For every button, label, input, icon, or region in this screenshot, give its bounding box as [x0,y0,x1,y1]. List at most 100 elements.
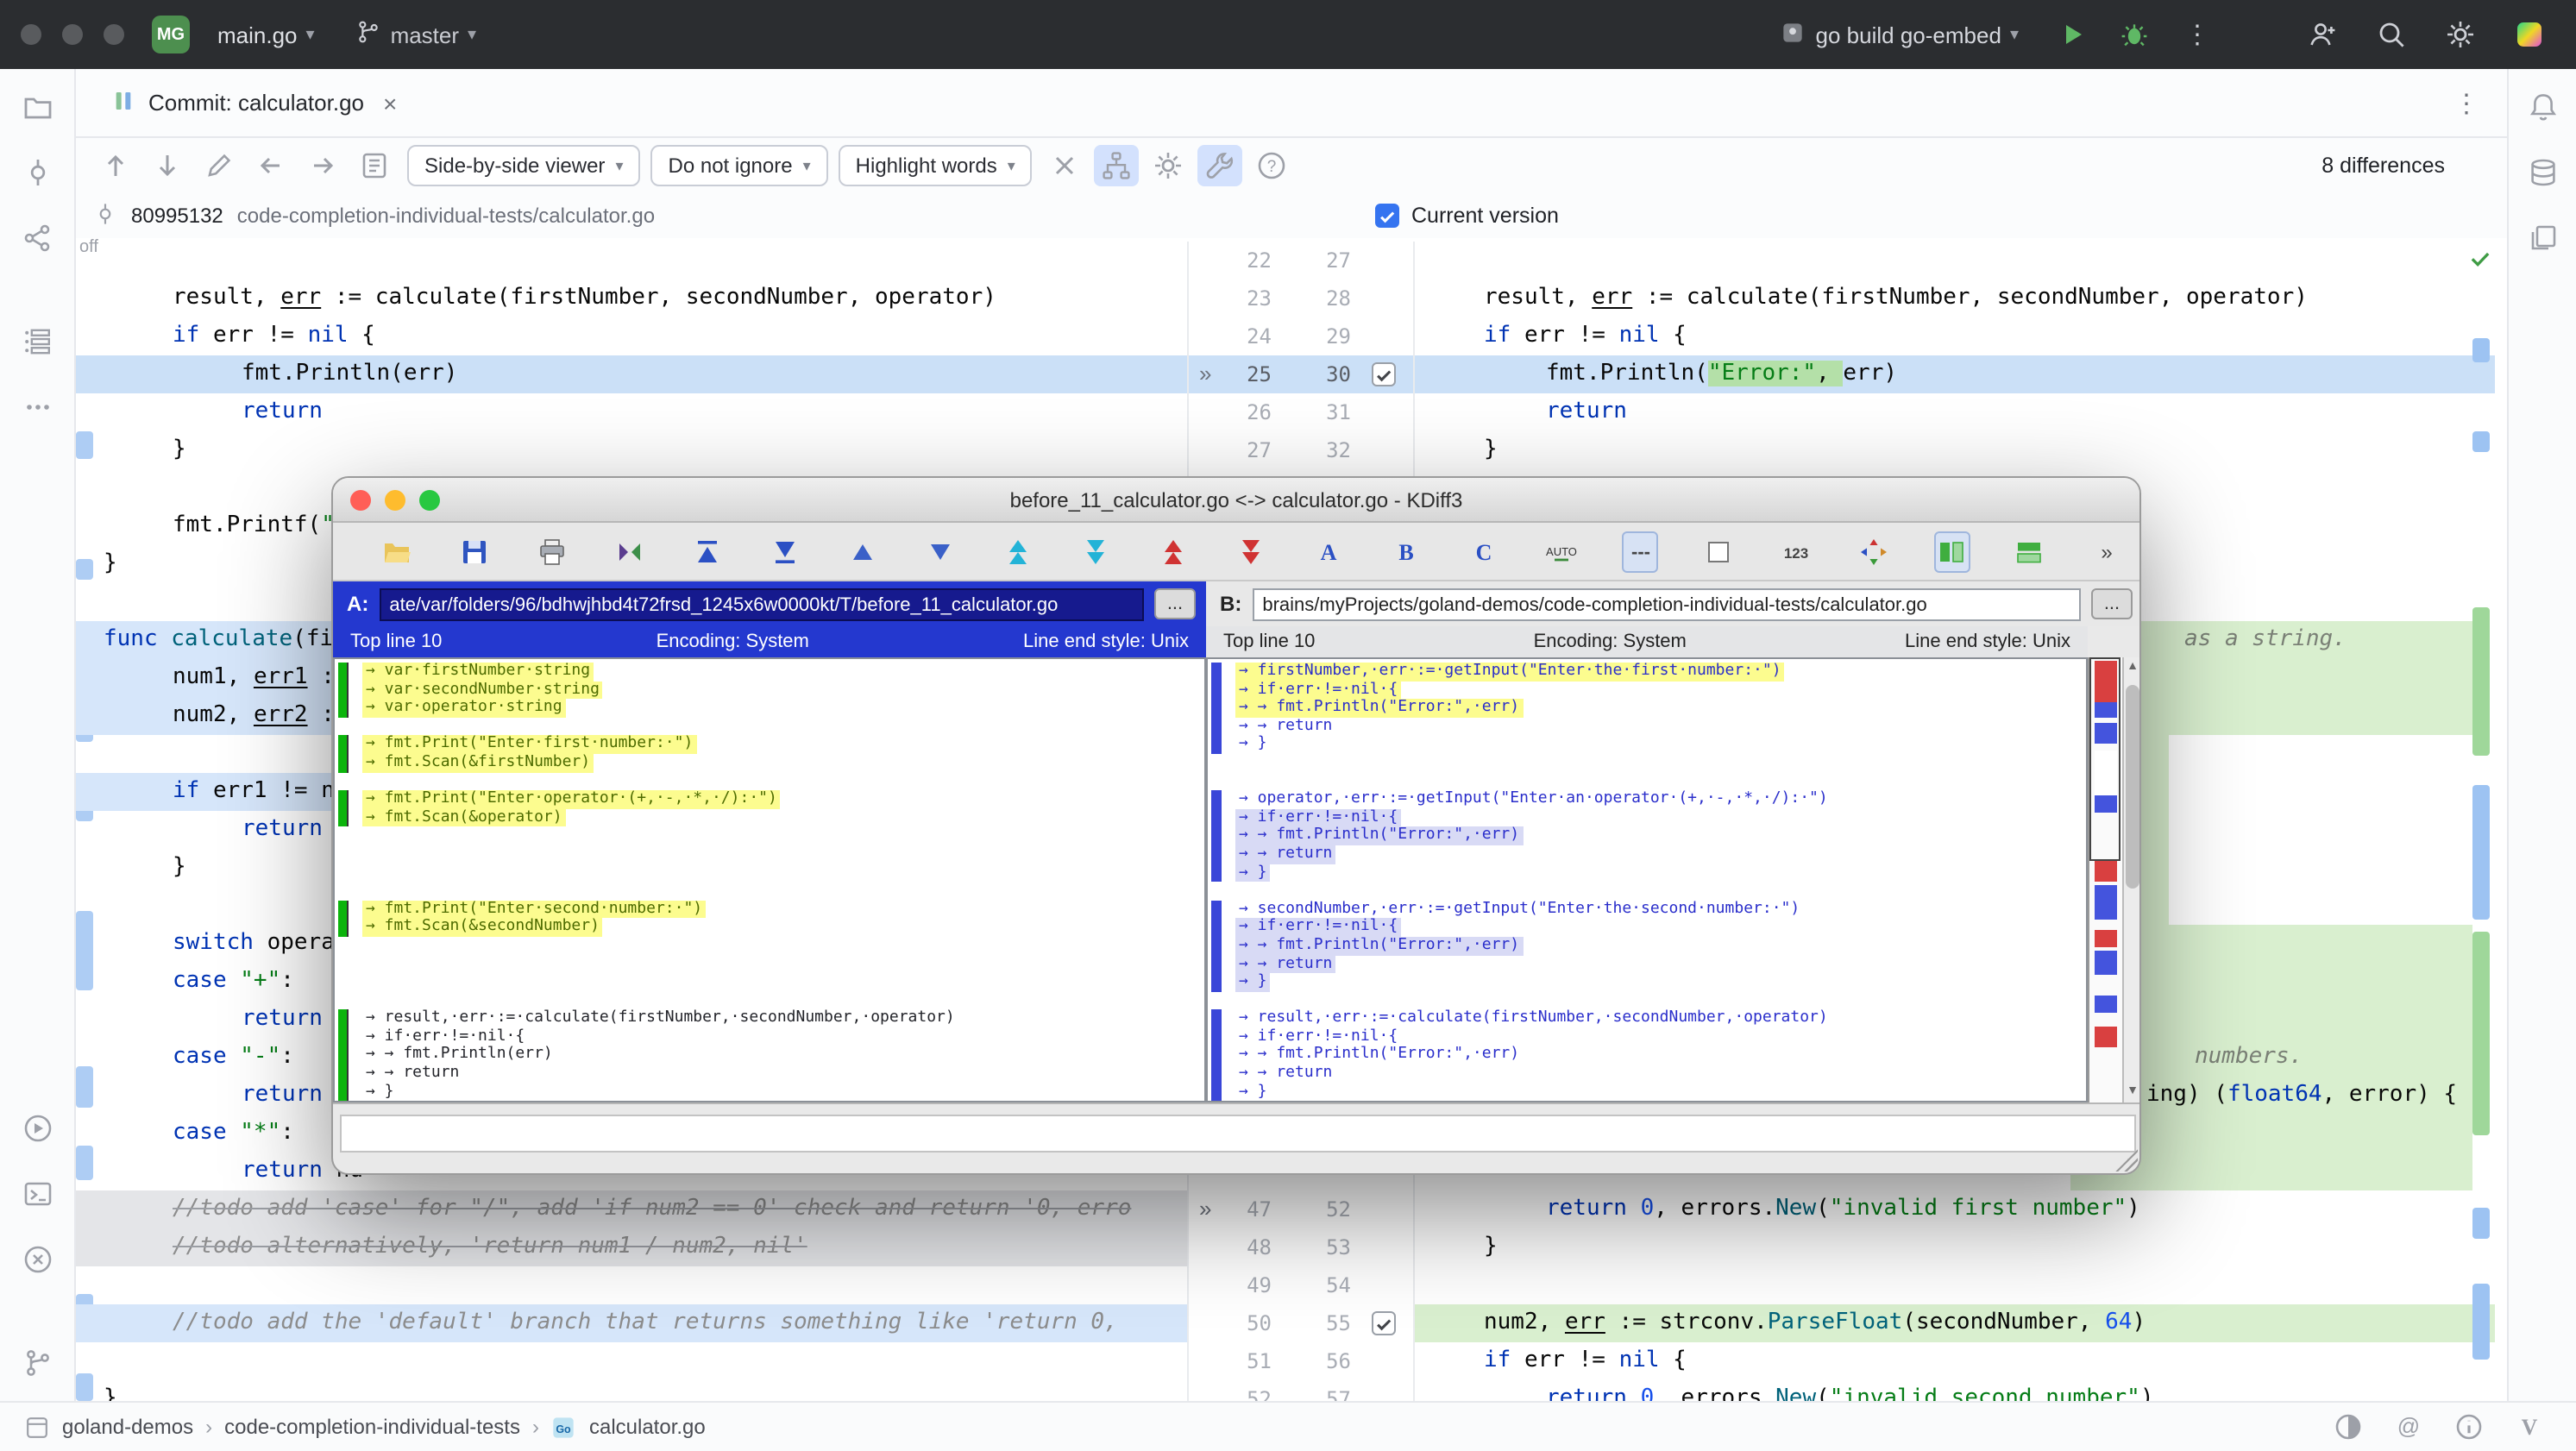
tab-commit-calculator[interactable]: Commit: calculator.go × [93,69,414,136]
file-switcher[interactable]: main.go ▾ [204,15,329,54]
scroll-down-icon[interactable]: ▼ [2124,1082,2139,1102]
kdiff-code-text: → var·operator·string [362,699,566,718]
code-line-right: if err != nil { [1484,323,1687,349]
print-button[interactable] [533,531,569,572]
vim-button[interactable]: V [2507,1406,2552,1448]
wrench-button[interactable] [1197,145,1243,186]
gear-button[interactable] [2438,14,2483,55]
kdiff-pane-a[interactable]: → var·firstNumber·string → var·secondNumb… [333,657,1206,1102]
info-button[interactable] [2447,1406,2491,1448]
prev-unsolved-button[interactable] [1155,531,1191,572]
arrow-up-button[interactable] [93,145,138,186]
structure-button[interactable] [15,321,60,362]
resize-grip[interactable] [2115,1149,2138,1171]
more-actions-button[interactable]: ⋮ [2174,19,2221,50]
include-change-checkbox[interactable] [1372,362,1396,386]
ignore-policy-dropdown[interactable]: Do not ignore ▾ [650,145,828,186]
run-configuration-selector[interactable]: go build go-embed ▾ [1766,11,2033,58]
commit-hash[interactable]: 80995132 [131,204,223,228]
debug-bug-button[interactable] [2112,14,2157,55]
save-button[interactable] [456,531,492,572]
arrow-left-button[interactable] [248,145,293,186]
group-tree-button[interactable] [1094,145,1140,186]
close-tab-icon[interactable]: × [383,89,397,116]
kdiff-overview-column[interactable] [2088,657,2122,1102]
play-button[interactable] [2050,14,2095,55]
pencil-icon [204,150,235,181]
kdiff3-titlebar[interactable]: before_11_calculator.go <-> calculator.g… [333,478,2139,523]
choose-a-button[interactable]: A [1311,531,1348,572]
collapse-unchanged-button[interactable] [1043,145,1088,186]
show-window-button[interactable] [1700,531,1737,572]
gear-button[interactable] [1147,145,1191,186]
run-circle-button[interactable] [15,1108,60,1149]
prev-delta-button[interactable] [845,531,881,572]
zoom-button[interactable] [104,24,124,45]
search-button[interactable] [2369,14,2414,55]
changes-list-button[interactable] [352,145,397,186]
choose-b-button[interactable]: B [1389,531,1425,572]
minimize-button[interactable] [62,24,83,45]
breadcrumb-item[interactable]: calculator.go [589,1415,706,1439]
split-move-button[interactable] [1856,531,1892,572]
go-bottom-button[interactable] [767,531,803,572]
file-a-path-field[interactable]: ate/var/folders/96/bdhwjhbd4t72frsd_1245… [379,587,1144,620]
prev-conflict-button[interactable] [1000,531,1036,572]
breadcrumb-item[interactable]: code-completion-individual-tests [224,1415,520,1439]
database-button[interactable] [2520,152,2565,193]
folder-button[interactable] [15,86,60,128]
copy-stack-button[interactable] [2520,217,2565,259]
viewer-dropdown[interactable]: Side-by-side viewer ▾ [407,145,641,186]
show-whitespace-button[interactable]: --- [1622,531,1659,572]
project-badge[interactable]: MG [152,16,190,53]
branch-widget[interactable]: master ▾ [342,12,491,57]
change-map[interactable] [2471,238,2491,1401]
next-conflict-button[interactable] [1078,531,1114,572]
include-change-checkbox[interactable] [1372,1311,1396,1335]
pencil-button[interactable] [197,145,242,186]
auto-advance-button[interactable]: AUTO [1544,531,1580,572]
current-version-checkbox[interactable] [1375,204,1399,228]
file-b-browse-button[interactable]: ... [2091,588,2133,619]
next-delta-button[interactable] [922,531,958,572]
tab-options-button[interactable]: ⋮ [2443,87,2490,118]
problems-button[interactable] [15,1239,60,1280]
arrow-down-button[interactable] [145,145,190,186]
terminal-button[interactable] [15,1173,60,1215]
git-branch-button[interactable] [15,1342,60,1384]
reload-diff-button[interactable] [611,531,647,572]
scroll-up-icon[interactable]: ▲ [2124,657,2139,678]
left-pane-cell: } [76,431,1187,469]
help-button[interactable]: ? [1250,145,1295,186]
contrast-button[interactable] [2326,1406,2371,1448]
go-top-button[interactable] [689,531,726,572]
colorful-logo-button[interactable] [2507,14,2552,55]
layout-rows-button[interactable] [2012,531,2048,572]
kdiff-scrollbar[interactable]: ▲ ▼ [2122,657,2139,1102]
commit-node-button[interactable] [15,152,60,193]
close-button[interactable] [21,24,41,45]
kdiff3-window[interactable]: before_11_calculator.go <-> calculator.g… [331,476,2141,1175]
at-sign-button[interactable]: @ [2386,1406,2431,1448]
file-b-path-field[interactable]: brains/myProjects/goland-demos/code-comp… [1252,587,2081,620]
tab-label: Commit: calculator.go [148,90,364,116]
breadcrumb-item[interactable]: goland-demos [62,1415,193,1439]
share-button[interactable] [15,217,60,259]
more-button[interactable] [15,386,60,428]
kdiff-line: → fmt.Scan(&operator) [335,808,1204,827]
choose-c-button[interactable]: C [1467,531,1503,572]
arrow-right-button[interactable] [300,145,345,186]
layout-columns-button[interactable] [1933,531,1970,572]
kdiff-pane-b[interactable]: → firstNumber,·err·:=·getInput("Enter·th… [1206,657,2088,1102]
file-a-browse-button[interactable]: ... [1154,588,1196,619]
show-line-numbers-button[interactable]: 123 [1778,531,1814,572]
bell-button[interactable] [2520,86,2565,128]
chevron-down-icon: ▾ [305,25,315,44]
toolbar-overflow-button[interactable]: » [2089,531,2126,572]
scrollbar-thumb[interactable] [2126,685,2139,889]
open-folder-button[interactable] [378,531,414,572]
highlight-mode-dropdown[interactable]: Highlight words ▾ [838,145,1033,186]
next-delta-icon [925,536,956,567]
next-unsolved-button[interactable] [1233,531,1269,572]
user-plus-button[interactable] [2300,14,2345,55]
